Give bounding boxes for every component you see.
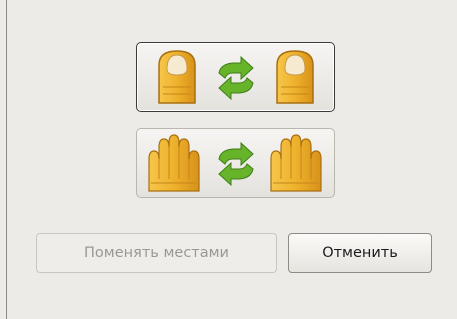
finger-swap-graphic <box>158 50 314 104</box>
finger-icon <box>158 50 196 104</box>
finger-swap-option[interactable] <box>136 42 335 112</box>
swap-arrows-icon <box>218 55 254 101</box>
cancel-button[interactable]: Отменить <box>288 233 432 273</box>
hand-icon <box>148 134 200 192</box>
finger-icon <box>276 50 314 104</box>
hand-swap-option[interactable] <box>136 128 335 198</box>
swap-arrows-icon <box>218 141 254 187</box>
window-left-border <box>6 0 7 319</box>
hand-icon <box>270 134 322 192</box>
swap-button[interactable]: Поменять местами <box>36 233 277 273</box>
hand-swap-graphic <box>148 134 322 192</box>
